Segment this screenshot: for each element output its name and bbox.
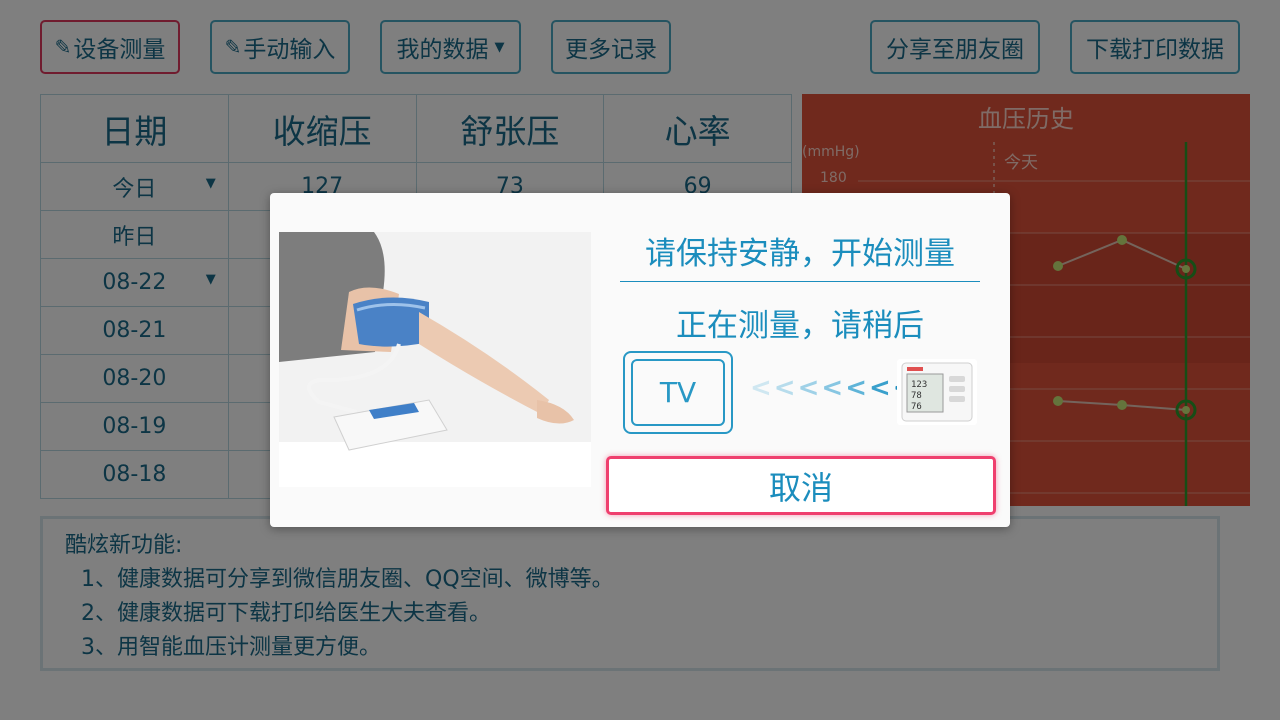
svg-text:123: 123 — [911, 380, 927, 390]
dialog-divider — [620, 281, 980, 282]
bp-measure-photo — [279, 232, 591, 487]
svg-text:78: 78 — [911, 391, 922, 401]
transfer-arrows-icon: <<<<<<< — [750, 373, 915, 403]
svg-text:76: 76 — [911, 402, 922, 412]
cancel-label: 取消 — [768, 468, 833, 507]
tv-icon: TV — [623, 351, 733, 434]
dialog-title: 请保持安静，开始测量 — [645, 236, 955, 272]
cancel-button[interactable]: 取消 — [606, 456, 996, 515]
tv-label: TV — [659, 376, 697, 409]
measurement-dialog: 请保持安静，开始测量 正在测量，请稍后 TV <<<<<<< 123 78 76… — [270, 193, 1010, 527]
bp-monitor-device-icon: 123 78 76 — [897, 359, 977, 425]
dialog-status: 正在测量，请稍后 — [676, 308, 924, 344]
